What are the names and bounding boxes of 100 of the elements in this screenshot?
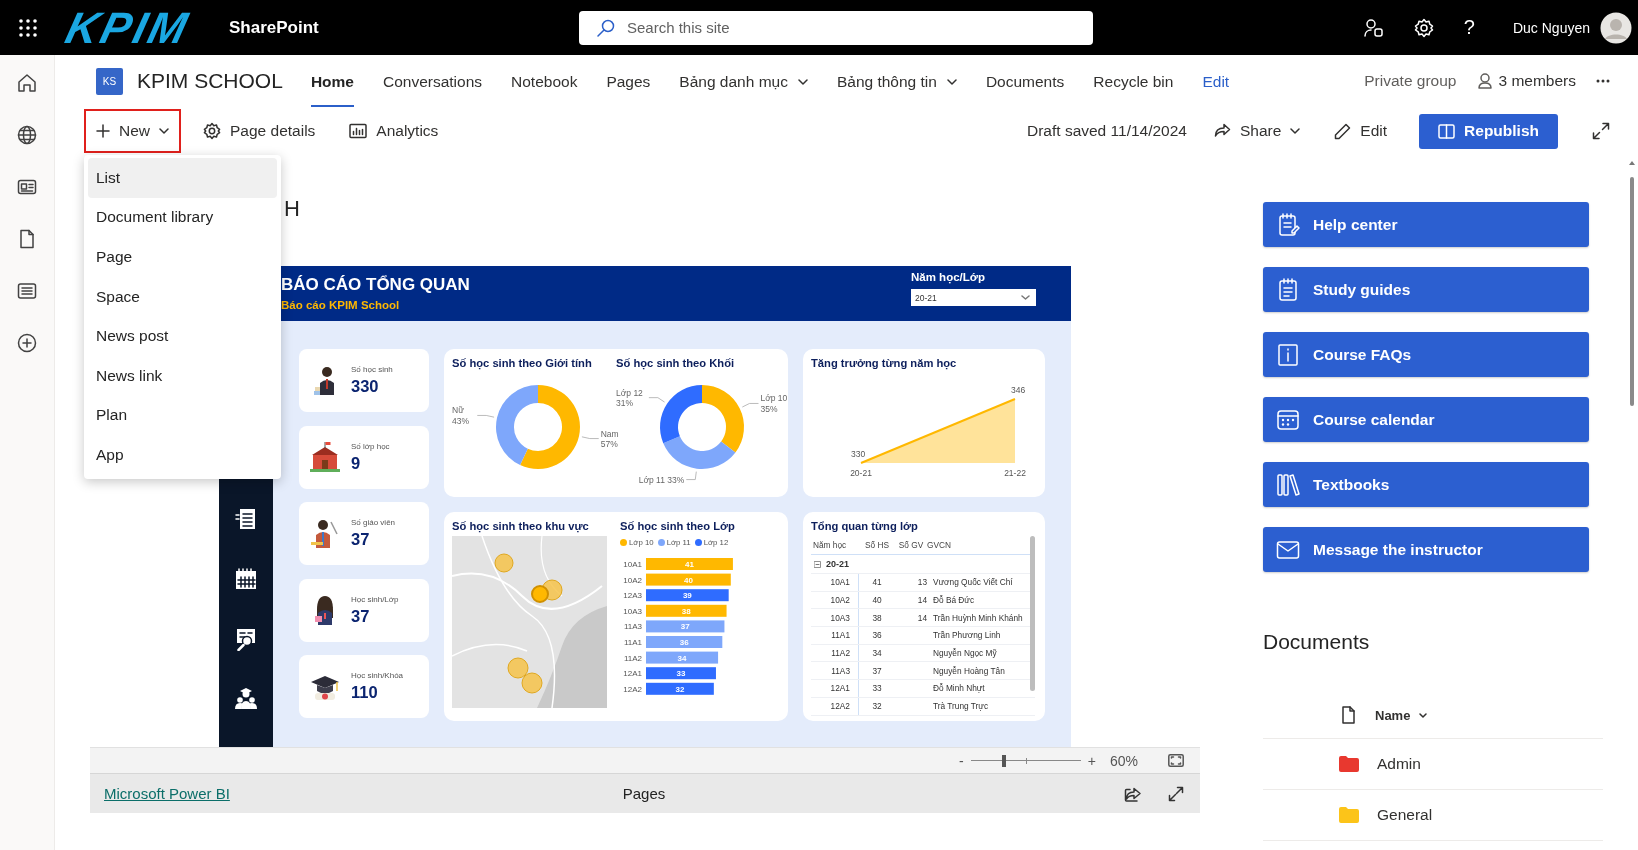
menu-item[interactable]: List: [88, 158, 277, 198]
quick-link-button[interactable]: Course calendar: [1263, 397, 1589, 442]
power-bi-link[interactable]: Microsoft Power BI: [104, 785, 230, 802]
search-field[interactable]: Search this site: [579, 10, 1093, 45]
axis-label: 21-22: [1004, 468, 1026, 478]
bar: [646, 682, 714, 695]
pages-button[interactable]: Pages: [622, 785, 666, 802]
table-cell-text: 33: [871, 683, 883, 694]
toolbar-button[interactable]: Analytics: [337, 109, 451, 153]
nav-link[interactable]: Notebook: [511, 55, 578, 107]
file-icon[interactable]: [17, 229, 37, 249]
table-cell-text: Vương Quốc Viết Chí: [932, 577, 1014, 588]
slider-thumb[interactable]: [1001, 754, 1006, 767]
menu-item[interactable]: Document library: [88, 197, 277, 238]
nav-link[interactable]: Pages: [606, 55, 651, 107]
table-cell-text: 36: [871, 630, 883, 641]
toolbar-button[interactable]: Page details: [191, 109, 328, 153]
axis-label: 12A2: [623, 684, 642, 694]
share-icon[interactable]: [1124, 785, 1142, 802]
calendar-icon[interactable]: [234, 567, 258, 591]
chart-title: Tăng trưởng từng năm học: [811, 357, 958, 369]
quick-link-button[interactable]: Study guides: [1263, 267, 1589, 312]
category-label: Nữ: [452, 405, 464, 416]
new-button[interactable]: New: [84, 109, 181, 153]
zoom-out-button[interactable]: -: [959, 752, 964, 769]
table-cell-text: 41: [871, 577, 883, 588]
expand-icon[interactable]: [1592, 122, 1610, 140]
chevron-icon: [1290, 128, 1301, 134]
members-link[interactable]: 3 members: [1498, 72, 1576, 90]
kpi-value: 37: [351, 530, 371, 549]
axis-label: 10A1: [623, 560, 642, 569]
nav-menu[interactable]: Bảng thông tin: [836, 55, 957, 107]
axis-label: 10A3: [623, 606, 642, 616]
menu-item[interactable]: Plan: [88, 395, 277, 436]
fit-page-icon[interactable]: [1168, 754, 1184, 767]
add-icon[interactable]: [17, 333, 37, 353]
site-logo[interactable]: KPIM: [61, 3, 195, 52]
document-row[interactable]: General: [1263, 790, 1603, 841]
site-logo[interactable]: KS: [96, 67, 123, 95]
connections-icon[interactable]: [1363, 17, 1384, 38]
home-icon[interactable]: [17, 73, 37, 93]
column-header: Năm học: [812, 540, 848, 550]
draft-status: Draft saved 11/14/2024: [1027, 122, 1187, 140]
quick-link-button[interactable]: Textbooks: [1263, 462, 1589, 507]
category-label: Lớp 11: [638, 474, 665, 485]
globe-icon[interactable]: [17, 125, 37, 145]
menu-item[interactable]: News link: [88, 355, 277, 396]
nav-link[interactable]: Documents: [985, 55, 1065, 107]
quick-link-button[interactable]: Help center: [1263, 202, 1589, 247]
scrollbar[interactable]: [1629, 161, 1635, 406]
app-name[interactable]: SharePoint: [229, 17, 319, 38]
collapse-icon[interactable]: [814, 560, 821, 568]
help-button[interactable]: ?: [1463, 16, 1475, 39]
nav-link[interactable]: Home: [310, 55, 354, 107]
add-icon: [96, 124, 110, 138]
kpi-label: Số giáo viên: [351, 518, 396, 527]
column-header: Số HS: [864, 540, 890, 550]
news-icon[interactable]: [17, 177, 37, 197]
chart-title: Số học sinh theo Giới tính: [452, 357, 593, 369]
nav-link[interactable]: Recycle bin: [1093, 55, 1174, 107]
table-title: Tổng quan từng lớp: [811, 520, 919, 532]
settings-icon[interactable]: [1413, 17, 1434, 38]
list-icon[interactable]: [17, 281, 37, 301]
menu-item[interactable]: Page: [88, 237, 277, 277]
books-icon: [1276, 472, 1300, 497]
category-label: Lớp 12: [616, 387, 643, 398]
slicer-dropdown[interactable]: 20-21: [911, 289, 1036, 306]
share-icon: [1213, 123, 1231, 139]
data-label: 33%: [667, 474, 685, 485]
site-name[interactable]: KPIM SCHOOL: [137, 69, 283, 93]
menu-item[interactable]: News post: [88, 316, 277, 356]
leader-line: [476, 415, 495, 418]
quick-link-button[interactable]: Course FAQs: [1263, 332, 1589, 377]
chart-icon: [349, 123, 368, 139]
more-icon[interactable]: [1596, 79, 1610, 83]
expand-icon[interactable]: [1168, 785, 1184, 802]
table-cell-text: Đỗ Bá Đức: [932, 595, 976, 606]
document-list-icon[interactable]: [234, 507, 258, 531]
edit-link[interactable]: Edit: [1202, 55, 1230, 107]
column-header[interactable]: Name: [1375, 707, 1428, 723]
share-button[interactable]: Share: [1201, 109, 1313, 153]
kpi-value: 110: [351, 683, 379, 702]
table-cell: 14: [917, 595, 927, 606]
avatar-icon[interactable]: [1600, 11, 1632, 44]
edit-button[interactable]: Edit: [1322, 109, 1400, 153]
data-label: 43%: [452, 415, 469, 426]
user-name[interactable]: Duc Nguyen: [1512, 19, 1590, 36]
zoom-in-button[interactable]: +: [1087, 752, 1096, 769]
menu-item[interactable]: Space: [88, 276, 277, 317]
nav-menu[interactable]: Bảng danh mục: [679, 55, 808, 107]
board-search-icon[interactable]: [234, 627, 258, 651]
document-row[interactable]: Admin: [1263, 739, 1603, 790]
republish-button[interactable]: Republish: [1419, 113, 1558, 149]
scrollbar[interactable]: [1030, 536, 1035, 691]
nav-link[interactable]: Conversations: [382, 55, 483, 107]
kpi-label: Số học sinh: [351, 365, 393, 374]
people-group-icon[interactable]: [234, 687, 258, 711]
menu-item[interactable]: App: [88, 435, 277, 475]
app-launcher-icon[interactable]: [19, 18, 37, 37]
quick-link-button[interactable]: Message the instructor: [1263, 527, 1589, 572]
